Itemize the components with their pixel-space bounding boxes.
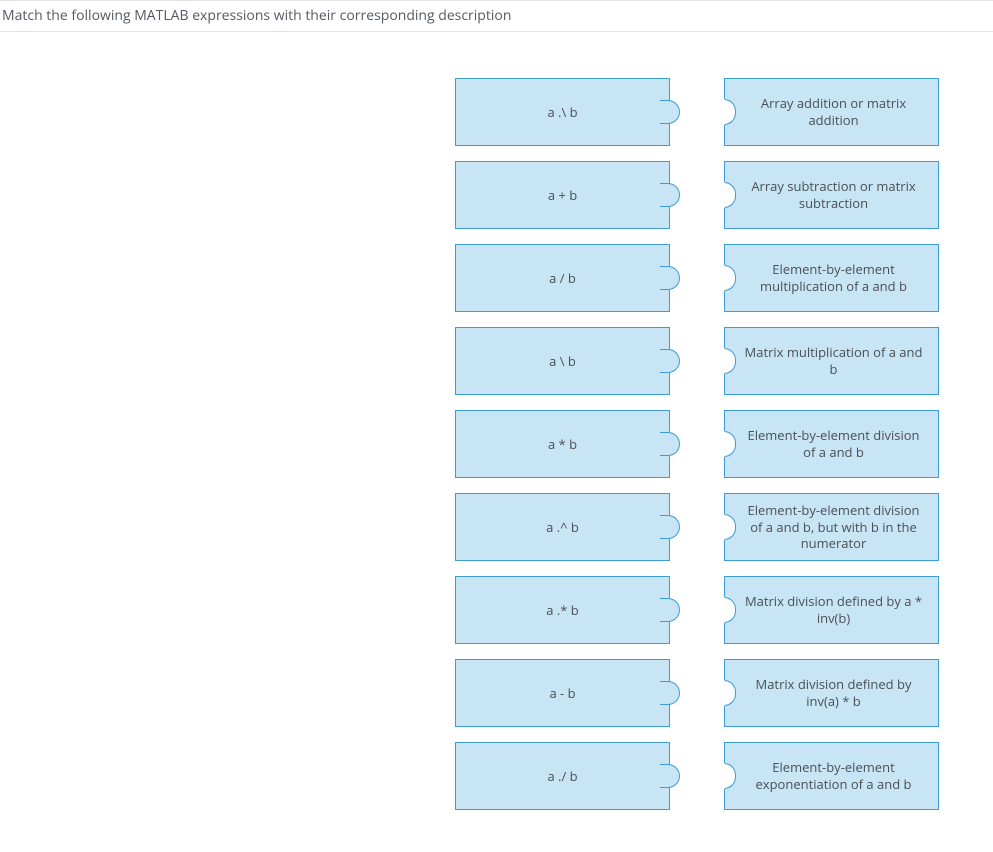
expression-label: a / b	[539, 270, 586, 287]
description-label: Matrix division defined by inv(a) * b	[725, 676, 938, 710]
expression-piece[interactable]: a .^ b	[455, 493, 670, 561]
expression-label: a * b	[538, 436, 587, 453]
description-label: Array subtraction or matrix subtraction	[725, 178, 938, 212]
description-piece[interactable]: Array subtraction or matrix subtraction	[724, 161, 939, 229]
description-label: Element-by-element division of a and b, …	[725, 502, 938, 553]
expression-label: a + b	[538, 187, 587, 204]
header-bar: Match the following MATLAB expressions w…	[0, 0, 993, 32]
expression-piece[interactable]: a \ b	[455, 327, 670, 395]
expression-label: a .* b	[536, 602, 589, 619]
description-label: Matrix multiplication of a and b	[725, 344, 938, 378]
expressions-column: a .\ b a + b a / b a \ b a * b a .^ b a …	[455, 78, 670, 825]
expression-piece[interactable]: a * b	[455, 410, 670, 478]
expression-piece[interactable]: a .* b	[455, 576, 670, 644]
description-piece[interactable]: Matrix division defined by inv(a) * b	[724, 659, 939, 727]
expression-piece[interactable]: a ./ b	[455, 742, 670, 810]
description-piece[interactable]: Matrix multiplication of a and b	[724, 327, 939, 395]
description-piece[interactable]: Array addition or matrix addition	[724, 78, 939, 146]
expression-label: a .\ b	[537, 104, 587, 121]
expression-piece[interactable]: a .\ b	[455, 78, 670, 146]
description-label: Array addition or matrix addition	[725, 95, 938, 129]
expression-label: a - b	[539, 685, 585, 702]
description-label: Element-by-element division of a and b	[725, 427, 938, 461]
description-piece[interactable]: Matrix division defined by a * inv(b)	[724, 576, 939, 644]
descriptions-column: Array addition or matrix addition Array …	[724, 78, 939, 825]
description-piece[interactable]: Element-by-element division of a and b, …	[724, 493, 939, 561]
expression-piece[interactable]: a + b	[455, 161, 670, 229]
description-label: Element-by-element exponentiation of a a…	[725, 759, 938, 793]
expression-piece[interactable]: a / b	[455, 244, 670, 312]
description-piece[interactable]: Element-by-element division of a and b	[724, 410, 939, 478]
description-piece[interactable]: Element-by-element multiplication of a a…	[724, 244, 939, 312]
description-piece[interactable]: Element-by-element exponentiation of a a…	[724, 742, 939, 810]
expression-piece[interactable]: a - b	[455, 659, 670, 727]
description-label: Element-by-element multiplication of a a…	[725, 261, 938, 295]
expression-label: a .^ b	[536, 519, 589, 536]
expression-label: a \ b	[539, 353, 586, 370]
expression-label: a ./ b	[537, 768, 587, 785]
description-label: Matrix division defined by a * inv(b)	[725, 593, 938, 627]
question-prompt: Match the following MATLAB expressions w…	[0, 6, 993, 25]
